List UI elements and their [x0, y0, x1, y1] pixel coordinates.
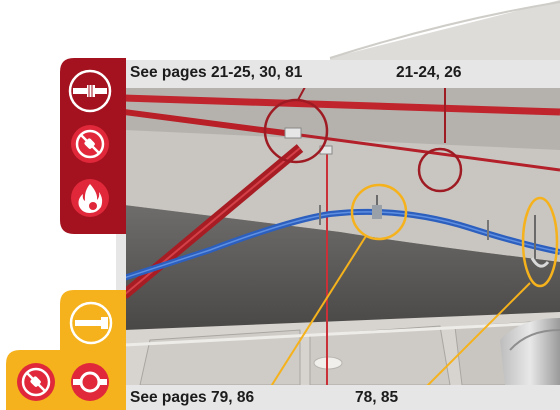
no-plug-icon [71, 125, 109, 163]
label-pages-bottom-right: 78, 85 [355, 389, 399, 406]
pipe-fitting-icon [68, 69, 112, 113]
fire-icon [71, 179, 109, 217]
label-pages-top-right: 21-24, 26 [396, 64, 462, 81]
red-icon-panel [60, 58, 126, 234]
yellow-icon-panel [6, 290, 126, 410]
label-see-pages-bottom-left: See pages 79, 86 [130, 389, 255, 406]
anchor-bolt-icon [69, 301, 113, 345]
pipe-clamp-icon [71, 363, 109, 401]
label-see-pages-top-left: See pages 21-25, 30, 81 [130, 64, 303, 81]
no-plug-icon [17, 363, 55, 401]
